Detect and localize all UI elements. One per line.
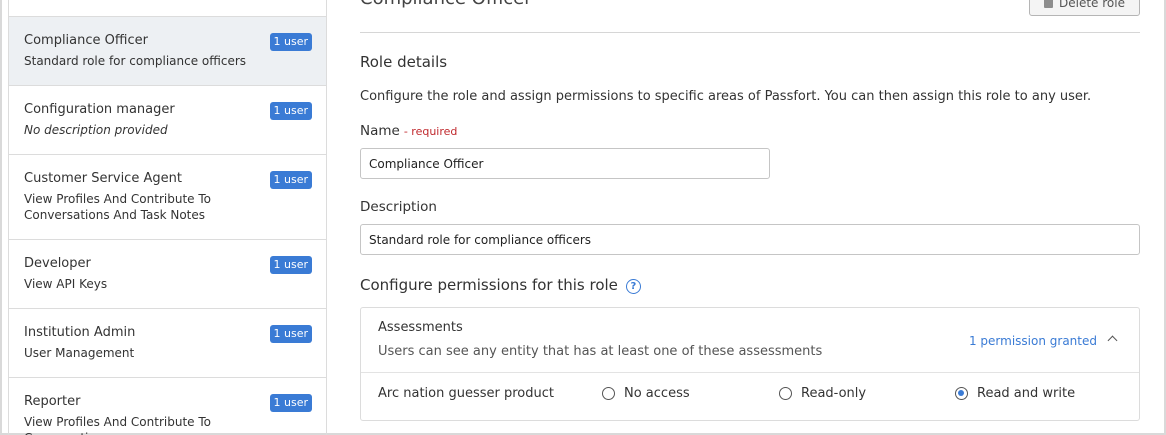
radio-read-only[interactable]: Read-only — [779, 386, 866, 401]
user-count-badge: 1 user — [269, 256, 312, 274]
user-count-badge: 1 user — [269, 325, 312, 343]
role-item-customer-service-agent[interactable]: Customer Service Agent View Profiles And… — [9, 154, 326, 240]
role-editor: Compliance Officer Delete role Role deta… — [360, 0, 1140, 435]
chevron-up-icon[interactable] — [1107, 335, 1118, 346]
roles-sidebar: Compliance Officer Standard role for com… — [8, 0, 327, 435]
permissions-heading: Configure permissions for this role? — [360, 276, 641, 294]
radio-label: No access — [624, 386, 690, 401]
header-divider — [360, 32, 1140, 33]
radio-button-selected[interactable] — [955, 387, 968, 400]
user-count-badge: 1 user — [269, 102, 312, 120]
role-description: User Management — [24, 346, 135, 360]
role-description: View API Keys — [24, 277, 108, 291]
radio-no-access[interactable]: No access — [602, 386, 690, 401]
delete-role-button[interactable]: Delete role — [1029, 0, 1140, 16]
permission-row-label: Arc nation guesser product — [378, 386, 554, 401]
radio-label: Read-only — [801, 386, 867, 401]
permissions-granted-count: 1 permission granted — [968, 334, 1097, 348]
role-name: Reporter — [24, 394, 81, 409]
role-name: Institution Admin — [24, 325, 136, 340]
role-details-heading: Role details — [360, 53, 448, 71]
role-name: Configuration manager — [24, 102, 175, 117]
role-item-institution-admin[interactable]: Institution Admin User Management 1 user — [9, 308, 326, 378]
role-name: Compliance Officer — [24, 33, 148, 48]
radio-button[interactable] — [779, 387, 792, 400]
role-item-developer[interactable]: Developer View API Keys 1 user — [9, 239, 326, 309]
role-description: No description provided — [24, 123, 168, 137]
radio-label: Read and write — [977, 386, 1076, 401]
user-count-badge: 1 user — [269, 33, 312, 51]
user-count-badge: 1 user — [269, 171, 312, 189]
role-details-intro: Configure the role and assign permission… — [360, 89, 1092, 104]
role-name: Customer Service Agent — [24, 171, 182, 186]
role-item-compliance-officer[interactable]: Compliance Officer Standard role for com… — [9, 16, 326, 86]
required-indicator: - required — [403, 125, 458, 138]
role-description: View Profiles And Contribute To Conversa… — [24, 192, 211, 222]
role-item-reporter[interactable]: Reporter View Profiles And Contribute To… — [9, 377, 326, 435]
user-count-badge: 1 user — [269, 394, 312, 412]
description-input[interactable] — [360, 224, 1140, 255]
radio-button[interactable] — [602, 387, 615, 400]
name-input[interactable] — [360, 148, 770, 179]
permission-group-title: Assessments — [378, 320, 463, 335]
permission-group-assessments: Assessments Users can see any entity tha… — [360, 307, 1140, 421]
trash-icon — [1044, 0, 1053, 8]
role-item-configuration-manager[interactable]: Configuration manager No description pro… — [9, 85, 326, 155]
name-label: Name - required — [360, 123, 457, 139]
description-label: Description — [360, 199, 437, 215]
name-label-text: Name — [360, 123, 400, 139]
permission-group-header[interactable]: Assessments Users can see any entity tha… — [361, 308, 1139, 373]
help-icon[interactable]: ? — [625, 279, 641, 294]
role-description: Standard role for compliance officers — [24, 54, 247, 68]
role-name: Developer — [24, 256, 91, 271]
radio-read-and-write[interactable]: Read and write — [955, 386, 1075, 401]
role-description: View Profiles And Contribute To Conversa… — [24, 415, 211, 435]
permissions-heading-text: Configure permissions for this role — [360, 276, 618, 294]
delete-role-label: Delete role — [1059, 0, 1125, 10]
permission-group-subtitle: Users can see any entity that has at lea… — [378, 344, 823, 359]
page-title: Compliance Officer — [360, 0, 532, 9]
